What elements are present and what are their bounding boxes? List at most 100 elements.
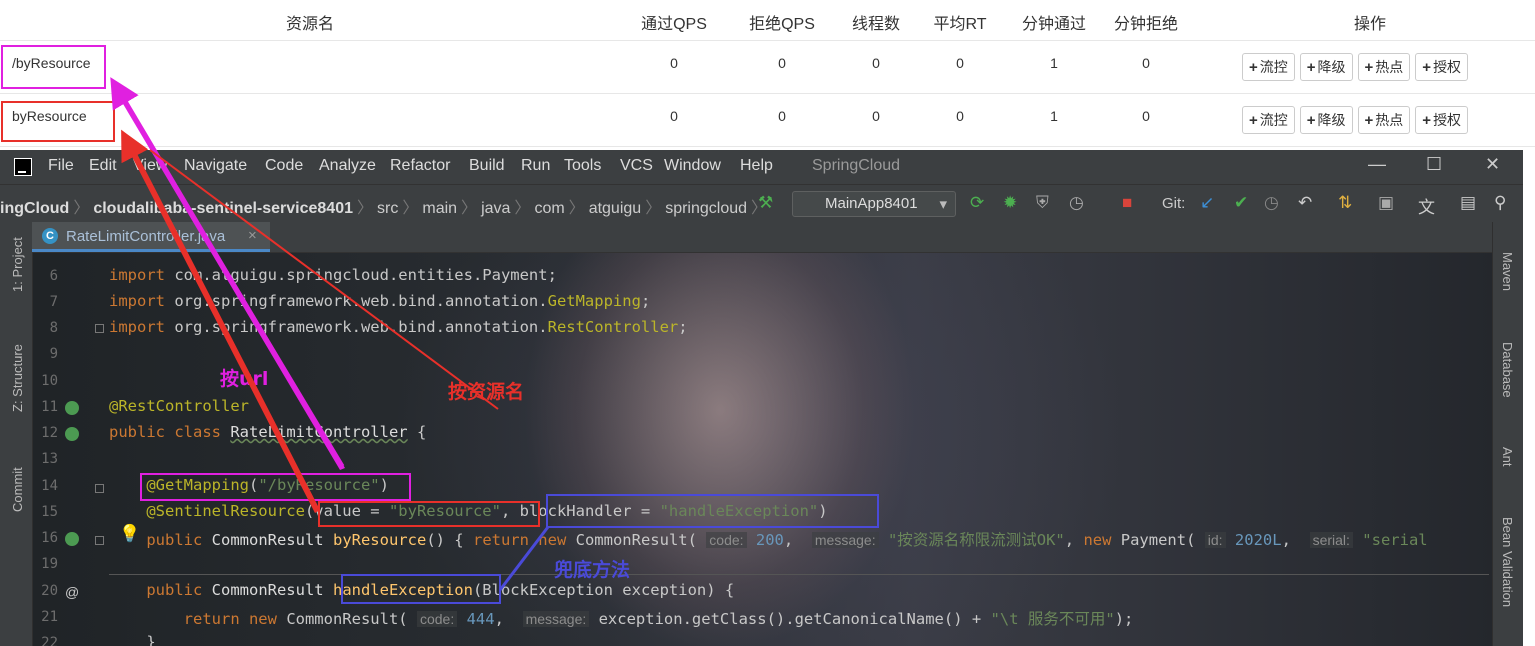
line-number: 21 xyxy=(41,609,58,625)
menu-analyze[interactable]: Analyze xyxy=(319,157,376,175)
import-path: org.springframework.web.bind.annotation.… xyxy=(174,292,651,310)
breadcrumb-module[interactable]: cloudalibaba-sentinel-service8401 xyxy=(93,200,353,217)
method-separator xyxy=(109,574,1489,575)
menu-navigate[interactable]: Navigate xyxy=(184,157,247,175)
spring-mapping-icon[interactable] xyxy=(65,532,79,546)
param-hint: id: xyxy=(1204,532,1226,548)
run-config-select[interactable]: MainApp8401 ▾ xyxy=(792,191,956,217)
fold-icon[interactable] xyxy=(95,536,104,545)
hotspot-button[interactable]: + 热点 xyxy=(1357,53,1411,81)
build-hammer-icon[interactable]: ⚒ xyxy=(758,193,773,213)
menu-refactor[interactable]: Refactor xyxy=(390,157,450,175)
ant-tool-tab[interactable]: Ant xyxy=(1500,447,1515,467)
menu-bar: File Edit View Navigate Code Analyze Ref… xyxy=(0,150,1523,184)
git-history-icon[interactable]: ◷ xyxy=(1264,193,1279,213)
lightbulb-icon[interactable]: 💡 xyxy=(119,524,140,544)
project-tool-tab[interactable]: 1: Project xyxy=(10,237,25,292)
menu-tools[interactable]: Tools xyxy=(564,157,601,175)
breadcrumb-main[interactable]: main xyxy=(422,200,457,217)
git-commit-icon[interactable]: ✔ xyxy=(1234,193,1248,213)
authority-button[interactable]: + 授权 xyxy=(1415,106,1469,134)
line-number: 16 xyxy=(41,530,58,546)
undo-icon[interactable]: ↶ xyxy=(1298,193,1312,213)
code-line: public CommonResult byResource() { retur… xyxy=(146,531,1428,549)
spring-bean-icon[interactable] xyxy=(65,401,79,415)
line-number: 6 xyxy=(49,268,58,284)
menu-help[interactable]: Help xyxy=(740,157,773,175)
rest-controller-annotation: @RestController xyxy=(109,397,249,415)
table-row: byResource 0 0 0 0 1 0 + 流控 + 降级 + 热点 + 授权 xyxy=(0,94,1535,147)
menu-file[interactable]: File xyxy=(48,157,74,175)
breadcrumb-springcloud[interactable]: springcloud xyxy=(665,200,747,217)
git-update-icon[interactable]: ↙ xyxy=(1200,193,1214,213)
breadcrumb-src[interactable]: src xyxy=(377,200,398,217)
git-branch-icon[interactable]: ⇅ xyxy=(1338,193,1352,213)
debug-icon[interactable]: ✹ xyxy=(1003,193,1017,213)
at-annotation-icon[interactable]: @ xyxy=(65,584,79,600)
annotation-by-url: 按url xyxy=(220,368,269,390)
project-structure-icon[interactable]: ▣ xyxy=(1378,193,1394,213)
commit-tool-tab[interactable]: Commit xyxy=(10,467,25,512)
breadcrumb-java[interactable]: java xyxy=(481,200,510,217)
flow-control-button[interactable]: + 流控 xyxy=(1242,106,1295,134)
profile-icon[interactable]: ◷ xyxy=(1069,193,1084,213)
code-editor[interactable]: 6 7 8 9 10 11 12 13 14 15 16 19 20 21 22… xyxy=(32,252,1492,646)
menu-code[interactable]: Code xyxy=(265,157,303,175)
highlight-name-resource xyxy=(1,101,115,142)
breadcrumb-com[interactable]: com xyxy=(534,200,564,217)
minimize-icon[interactable]: — xyxy=(1368,154,1386,175)
breadcrumb: ingCloud 〉 cloudalibaba-sentinel-service84… xyxy=(0,200,768,217)
plus-icon: + xyxy=(1306,111,1316,129)
search-icon[interactable]: ⚲ xyxy=(1494,193,1506,213)
min-block-value: 0 xyxy=(1142,108,1150,124)
degrade-button[interactable]: + 降级 xyxy=(1299,53,1353,81)
min-pass-value: 1 xyxy=(1050,108,1058,124)
hotspot-label: 热点 xyxy=(1375,112,1404,128)
breadcrumb-atguigu[interactable]: atguigu xyxy=(589,200,642,217)
pass-qps-value: 0 xyxy=(670,108,678,124)
maximize-icon[interactable]: ☐ xyxy=(1426,154,1442,175)
bean-validation-tool-tab[interactable]: Bean Validation xyxy=(1500,517,1515,607)
menu-edit[interactable]: Edit xyxy=(89,157,117,175)
maven-tool-tab[interactable]: Maven xyxy=(1500,252,1515,291)
plus-icon: + xyxy=(1249,111,1258,129)
pass-qps-value: 0 xyxy=(670,55,678,71)
header-threads: 线程数 xyxy=(851,16,900,33)
spring-bean-icon[interactable] xyxy=(65,427,79,441)
code-line: public class RateLimitController { xyxy=(109,423,427,441)
close-tab-icon[interactable]: × xyxy=(248,227,257,244)
run-config-label: MainApp8401 xyxy=(825,195,918,212)
database-tool-tab[interactable]: Database xyxy=(1500,342,1515,398)
breadcrumb-project[interactable]: ingCloud xyxy=(0,200,69,217)
highlight-handleexception xyxy=(341,574,501,604)
fold-icon[interactable] xyxy=(95,324,104,333)
authority-label: 授权 xyxy=(1433,59,1462,75)
degrade-button[interactable]: + 降级 xyxy=(1299,106,1353,134)
menu-view[interactable]: View xyxy=(133,157,167,175)
line-number: 15 xyxy=(41,504,58,520)
menu-vcs[interactable]: VCS xyxy=(620,157,653,175)
close-window-icon[interactable]: ✕ xyxy=(1485,154,1500,175)
menu-window[interactable]: Window xyxy=(664,157,721,175)
fold-icon[interactable] xyxy=(95,484,104,493)
chevron-down-icon: ▾ xyxy=(939,196,947,213)
flow-control-button[interactable]: + 流控 xyxy=(1242,53,1295,81)
hotspot-button[interactable]: + 热点 xyxy=(1357,106,1411,134)
row-actions: + 流控 + 降级 + 热点 + 授权 xyxy=(1242,53,1469,81)
coverage-icon[interactable]: ⛨ xyxy=(1036,193,1049,213)
rerun-icon[interactable]: ⟳ xyxy=(970,193,984,213)
authority-button[interactable]: + 授权 xyxy=(1415,53,1469,81)
plus-icon: + xyxy=(1422,111,1432,129)
menu-run[interactable]: Run xyxy=(521,157,550,175)
translate-icon[interactable]: 文 xyxy=(1418,193,1435,218)
menu-build[interactable]: Build xyxy=(469,157,505,175)
terminal-icon[interactable]: ▤ xyxy=(1460,193,1476,213)
line-number: 11 xyxy=(41,399,58,415)
tab-rate-limit-controller[interactable]: C RateLimitController.java × xyxy=(32,222,270,252)
highlight-url-resource xyxy=(1,45,106,89)
code-line: import org.springframework.web.bind.anno… xyxy=(109,318,688,336)
avg-rt-value: 0 xyxy=(956,55,964,71)
structure-tool-tab[interactable]: Z: Structure xyxy=(10,344,25,412)
stop-icon[interactable]: ■ xyxy=(1122,193,1132,213)
code-line: } xyxy=(109,633,156,646)
